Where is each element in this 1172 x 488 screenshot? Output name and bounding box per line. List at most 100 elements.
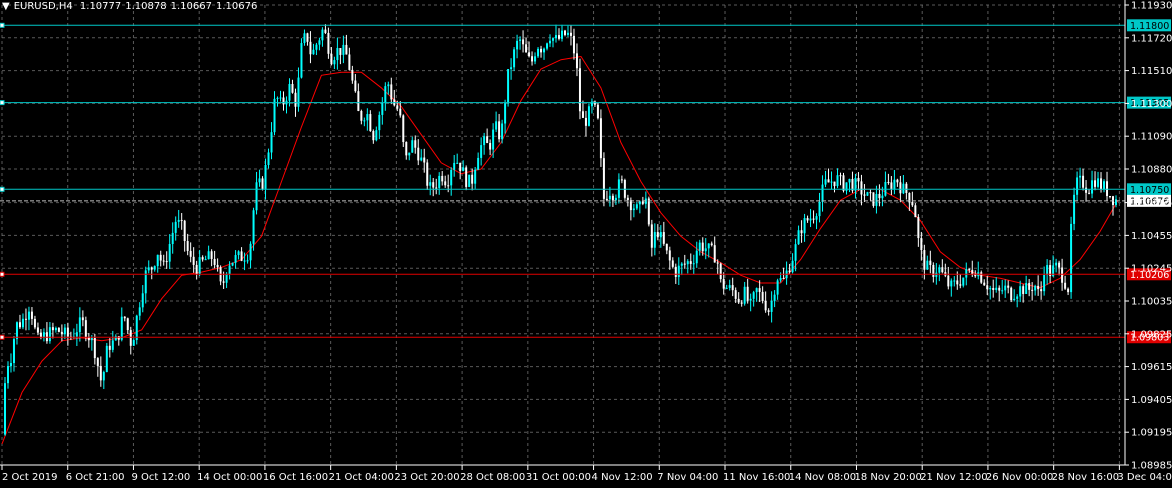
candle[interactable] (977, 261, 980, 280)
candle[interactable] (453, 155, 456, 177)
candle[interactable] (959, 274, 962, 289)
candle[interactable] (57, 326, 60, 333)
candle[interactable] (1067, 287, 1070, 296)
candle[interactable] (854, 173, 857, 199)
candle[interactable] (27, 306, 30, 331)
candle[interactable] (1091, 170, 1094, 199)
candle[interactable] (156, 254, 159, 273)
candle[interactable] (728, 279, 731, 291)
candle[interactable] (81, 310, 84, 327)
candle[interactable] (1061, 258, 1064, 291)
candle[interactable] (138, 302, 141, 321)
candle[interactable] (60, 324, 63, 342)
candle[interactable] (932, 262, 935, 283)
candle[interactable] (992, 279, 995, 298)
candle[interactable] (522, 30, 525, 53)
candle[interactable] (513, 47, 516, 72)
candle[interactable] (815, 213, 818, 230)
candle[interactable] (845, 182, 848, 195)
candle[interactable] (273, 91, 276, 136)
candle[interactable] (719, 262, 722, 283)
candle[interactable] (917, 214, 920, 247)
candle[interactable] (857, 172, 860, 191)
candle[interactable] (99, 356, 102, 387)
candle[interactable] (357, 83, 360, 112)
candle[interactable] (168, 234, 171, 270)
candle[interactable] (1097, 171, 1100, 189)
candle[interactable] (135, 314, 138, 345)
candle[interactable] (863, 184, 866, 203)
candle[interactable] (141, 285, 144, 313)
candle[interactable] (192, 247, 195, 273)
candle[interactable] (713, 236, 716, 263)
candle[interactable] (300, 38, 303, 79)
candle[interactable] (887, 173, 890, 185)
candle[interactable] (1070, 216, 1073, 299)
candle[interactable] (797, 225, 800, 245)
candle[interactable] (902, 174, 905, 195)
candle[interactable] (363, 117, 366, 127)
candle[interactable] (746, 278, 749, 304)
candle[interactable] (282, 91, 285, 111)
candle[interactable] (21, 313, 24, 330)
candle[interactable] (575, 43, 578, 77)
candle[interactable] (1013, 289, 1016, 302)
candle[interactable] (782, 267, 785, 280)
candle[interactable] (812, 210, 815, 224)
candle[interactable] (201, 255, 204, 262)
candle[interactable] (983, 279, 986, 286)
candle[interactable] (578, 58, 581, 120)
candle[interactable] (896, 178, 899, 187)
candle[interactable] (833, 181, 836, 193)
candle[interactable] (162, 254, 165, 266)
candle[interactable] (611, 193, 614, 207)
candle[interactable] (1055, 258, 1058, 273)
candle[interactable] (258, 169, 261, 187)
candle[interactable] (315, 42, 318, 56)
candle[interactable] (692, 254, 695, 274)
candle[interactable] (3, 377, 6, 436)
candle[interactable] (1106, 171, 1109, 201)
candle[interactable] (911, 191, 914, 207)
candle[interactable] (770, 291, 773, 323)
candle[interactable] (1046, 259, 1049, 285)
candle[interactable] (800, 220, 803, 243)
candle[interactable] (210, 249, 213, 267)
candle[interactable] (213, 250, 216, 269)
candle[interactable] (1019, 280, 1022, 303)
candle[interactable] (1064, 275, 1067, 290)
candle[interactable] (950, 278, 953, 297)
candle[interactable] (429, 174, 432, 196)
candle[interactable] (821, 175, 824, 212)
candle[interactable] (866, 191, 869, 196)
candle[interactable] (144, 266, 147, 304)
candle[interactable] (546, 42, 549, 51)
candle[interactable] (219, 265, 222, 286)
candle[interactable] (108, 338, 111, 358)
level-anchor-handle[interactable] (0, 100, 5, 106)
candle[interactable] (372, 129, 375, 144)
candle[interactable] (722, 272, 725, 295)
candle[interactable] (534, 52, 537, 65)
candle[interactable] (207, 245, 210, 260)
horizontal-levels[interactable]: 1.118001.113051.107501.102061.098031.106… (0, 19, 1171, 344)
candle[interactable] (408, 152, 411, 161)
candle[interactable] (875, 185, 878, 214)
chart-window[interactable]: 1.11800 1.11305 1.10750 1.10206 1.09803 1.106… (0, 0, 1172, 488)
candle[interactable] (351, 65, 354, 84)
candle[interactable] (249, 241, 252, 269)
candle[interactable] (318, 37, 321, 51)
candle[interactable] (153, 265, 156, 272)
candle[interactable] (45, 322, 48, 344)
candle[interactable] (246, 254, 249, 264)
candle[interactable] (303, 29, 306, 46)
candle[interactable] (237, 250, 240, 260)
candle[interactable] (420, 149, 423, 162)
candle[interactable] (18, 314, 21, 329)
candle[interactable] (6, 361, 9, 389)
candle[interactable] (390, 77, 393, 105)
candle[interactable] (683, 254, 686, 269)
candle[interactable] (704, 238, 707, 260)
candle[interactable] (1037, 275, 1040, 296)
candle[interactable] (309, 31, 312, 64)
